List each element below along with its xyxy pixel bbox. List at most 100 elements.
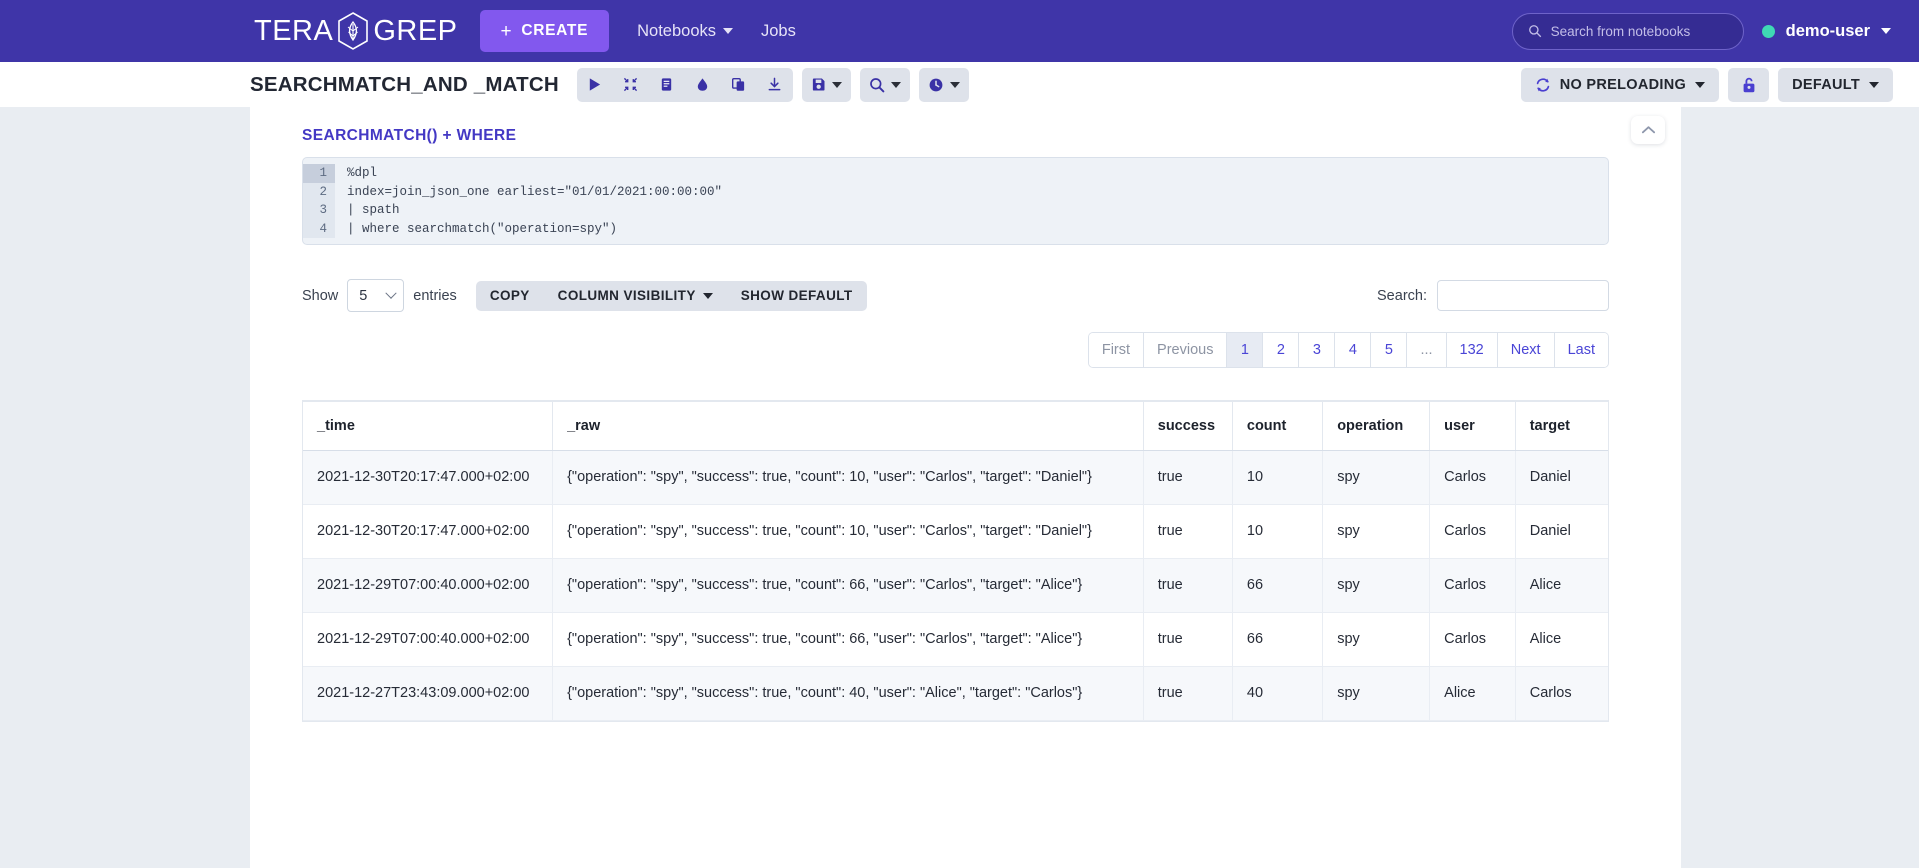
column-header-operation[interactable]: operation bbox=[1322, 402, 1431, 451]
nav-item-notebooks[interactable]: Notebooks bbox=[637, 22, 733, 41]
chevron-down-icon bbox=[949, 81, 960, 88]
entries-per-page-select[interactable]: 5 bbox=[347, 279, 405, 312]
show-entries-label: Show bbox=[302, 287, 339, 304]
create-button[interactable]: + CREATE bbox=[479, 10, 610, 52]
save-icon bbox=[812, 78, 825, 91]
permissions-lock-button[interactable] bbox=[1728, 67, 1770, 102]
column-header-raw[interactable]: _raw bbox=[552, 402, 1144, 451]
eraser-icon bbox=[698, 78, 708, 91]
search-icon bbox=[1528, 25, 1541, 38]
chevron-up-icon bbox=[1641, 126, 1655, 134]
clear-output-button[interactable] bbox=[685, 68, 721, 102]
cell-user: Alice bbox=[1429, 666, 1516, 721]
pagination-ellipsis: ... bbox=[1407, 333, 1447, 367]
results-table-wrapper: _time _raw success count operation user … bbox=[302, 400, 1609, 722]
interpreter-dropdown-button[interactable]: DEFAULT bbox=[1778, 67, 1893, 102]
column-header-user[interactable]: user bbox=[1429, 402, 1516, 451]
cell-operation: spy bbox=[1322, 450, 1431, 505]
cell-count: 40 bbox=[1232, 666, 1324, 721]
brand-text-right: GREP bbox=[373, 14, 458, 47]
line-number: 2 bbox=[303, 182, 335, 201]
collapse-all-button[interactable] bbox=[613, 68, 649, 102]
navbar-search-box[interactable]: Search from notebooks bbox=[1511, 12, 1744, 50]
cell-target: Alice bbox=[1515, 558, 1608, 613]
results-table: _time _raw success count operation user … bbox=[303, 402, 1608, 721]
brand-text-left: TERA bbox=[254, 14, 334, 47]
run-paragraph-button[interactable] bbox=[577, 68, 613, 102]
datatable-button-group: COPY COLUMN VISIBILITY SHOW DEFAULT bbox=[475, 280, 867, 311]
chevron-down-icon bbox=[702, 292, 713, 299]
paragraph-card: SEARCHMATCH() + WHERE 1 %dpl 2 index=joi… bbox=[250, 107, 1681, 722]
table-row[interactable]: 2021-12-30T20:17:47.000+02:00 {"operatio… bbox=[303, 504, 1608, 559]
search-icon bbox=[870, 77, 885, 92]
cell-success: true bbox=[1143, 504, 1233, 559]
pagination-page-4[interactable]: 4 bbox=[1335, 333, 1372, 367]
interpreter-label: DEFAULT bbox=[1792, 76, 1860, 93]
clone-paragraph-button[interactable] bbox=[721, 68, 757, 102]
cell-count: 10 bbox=[1232, 504, 1324, 559]
line-number: 4 bbox=[303, 219, 335, 238]
copy-button[interactable]: COPY bbox=[476, 281, 544, 311]
entries-per-page-value: 5 bbox=[359, 287, 368, 304]
cell-success: true bbox=[1143, 612, 1233, 667]
user-menu[interactable]: demo-user bbox=[1761, 21, 1897, 41]
column-visibility-label: COLUMN VISIBILITY bbox=[557, 288, 696, 303]
pagination-row: First Previous 1 2 3 4 5 ... 132 Next La… bbox=[302, 332, 1609, 368]
schedule-dropdown-button[interactable] bbox=[919, 68, 969, 102]
show-output-button[interactable] bbox=[649, 68, 685, 102]
column-header-success[interactable]: success bbox=[1143, 402, 1233, 451]
cell-user: Carlos bbox=[1429, 450, 1516, 505]
cell-raw: {"operation": "spy", "success": true, "c… bbox=[552, 450, 1144, 505]
pagination-page-5[interactable]: 5 bbox=[1371, 333, 1408, 367]
brand-logo[interactable]: TERA GREP bbox=[254, 11, 458, 51]
column-visibility-button[interactable]: COLUMN VISIBILITY bbox=[544, 281, 727, 311]
collapse-paragraph-button[interactable] bbox=[1631, 116, 1665, 144]
nav-jobs-label: Jobs bbox=[761, 21, 796, 40]
cell-target: Alice bbox=[1515, 612, 1608, 667]
pagination-next[interactable]: Next bbox=[1497, 333, 1555, 367]
cell-success: true bbox=[1143, 558, 1233, 613]
chevron-down-icon bbox=[890, 81, 901, 88]
column-header-time[interactable]: _time bbox=[303, 402, 554, 451]
preloading-label: NO PRELOADING bbox=[1559, 76, 1687, 93]
table-row[interactable]: 2021-12-29T07:00:40.000+02:00 {"operatio… bbox=[303, 558, 1608, 613]
code-line: 1 %dpl bbox=[303, 164, 1608, 183]
show-default-button[interactable]: SHOW DEFAULT bbox=[727, 281, 867, 311]
column-header-target[interactable]: target bbox=[1515, 402, 1608, 451]
code-line: 4 | where searchmatch("operation=spy") bbox=[303, 219, 1608, 238]
chevron-down-icon bbox=[831, 81, 842, 88]
notebook-content: SEARCHMATCH() + WHERE 1 %dpl 2 index=joi… bbox=[250, 107, 1681, 868]
cell-time: 2021-12-29T07:00:40.000+02:00 bbox=[303, 558, 554, 613]
pagination-page-3[interactable]: 3 bbox=[1299, 333, 1336, 367]
find-dropdown-button[interactable] bbox=[860, 68, 910, 102]
pagination-previous[interactable]: Previous bbox=[1144, 333, 1228, 367]
table-row[interactable]: 2021-12-27T23:43:09.000+02:00 {"operatio… bbox=[303, 666, 1608, 721]
compress-icon bbox=[624, 77, 638, 92]
nav-item-jobs[interactable]: Jobs bbox=[761, 22, 796, 41]
table-row[interactable]: 2021-12-30T20:17:47.000+02:00 {"operatio… bbox=[303, 450, 1608, 505]
toolbar-action-group bbox=[576, 67, 793, 102]
notebook-title: SEARCHMATCH_AND _MATCH bbox=[250, 72, 559, 96]
page-body: SEARCHMATCH() + WHERE 1 %dpl 2 index=joi… bbox=[0, 107, 1919, 868]
column-header-count[interactable]: count bbox=[1232, 402, 1324, 451]
preloading-dropdown-button[interactable]: NO PRELOADING bbox=[1520, 67, 1720, 102]
table-row[interactable]: 2021-12-29T07:00:40.000+02:00 {"operatio… bbox=[303, 612, 1608, 667]
pagination-page-2[interactable]: 2 bbox=[1263, 333, 1300, 367]
navbar-right-group: Search from notebooks demo-user bbox=[1511, 12, 1897, 50]
cell-target: Carlos bbox=[1515, 666, 1608, 721]
line-number: 3 bbox=[303, 201, 335, 220]
table-body: 2021-12-30T20:17:47.000+02:00 {"operatio… bbox=[303, 450, 1608, 721]
line-content: | spath bbox=[347, 203, 400, 217]
pagination-first[interactable]: First bbox=[1088, 333, 1145, 367]
pagination-last[interactable]: Last bbox=[1554, 333, 1608, 367]
pagination-last-page[interactable]: 132 bbox=[1446, 333, 1498, 367]
cell-time: 2021-12-30T20:17:47.000+02:00 bbox=[303, 504, 554, 559]
entries-suffix-label: entries bbox=[413, 287, 457, 304]
save-dropdown-button[interactable] bbox=[802, 68, 851, 102]
user-name-label: demo-user bbox=[1785, 21, 1870, 40]
table-search-input[interactable] bbox=[1437, 280, 1609, 311]
pagination-page-1[interactable]: 1 bbox=[1227, 333, 1264, 367]
download-button[interactable] bbox=[757, 68, 793, 102]
code-line: 3 | spath bbox=[303, 201, 1608, 220]
code-editor[interactable]: 1 %dpl 2 index=join_json_one earliest="0… bbox=[302, 157, 1609, 245]
